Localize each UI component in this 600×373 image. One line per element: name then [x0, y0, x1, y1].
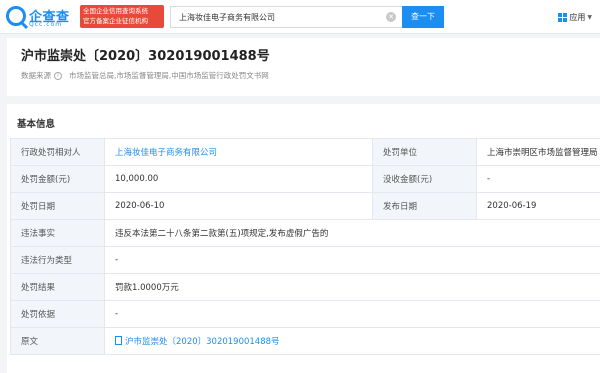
original-document-link[interactable]: 沪市监崇处〔2020〕302019001488号	[125, 337, 280, 347]
search-logo-icon	[6, 6, 26, 26]
row-value: 罚款1.0000万元	[104, 273, 600, 301]
clear-icon[interactable]: ✕	[386, 12, 396, 22]
row-value: 2020-06-19	[476, 192, 600, 220]
row-label: 处罚金额(元)	[10, 165, 105, 193]
row-label: 发布日期	[372, 192, 477, 220]
row-value: 上海妆佳电子商务有限公司	[104, 138, 373, 166]
table-row: 处罚金额(元) 10,000.00 没收金额(元) -	[10, 165, 600, 193]
company-link[interactable]: 上海妆佳电子商务有限公司	[115, 148, 217, 158]
section-title: 基本信息	[17, 119, 56, 130]
row-value: 沪市监崇处〔2020〕302019001488号	[104, 327, 600, 355]
row-label: 违法行为类型	[10, 246, 105, 274]
row-value: -	[104, 300, 600, 328]
table-row: 违法事实 违反本法第二十八条第二款第(五)项规定,发布虚假广告的	[10, 219, 600, 247]
page-title: 沪市监崇处〔2020〕302019001488号	[21, 49, 270, 64]
row-value: 10,000.00	[104, 165, 373, 193]
row-label: 原文	[10, 327, 105, 355]
record-header: 沪市监崇处〔2020〕302019001488号 数据来源 i 市场监管总局,市…	[7, 38, 600, 96]
table-row: 处罚依据 -	[10, 300, 600, 328]
top-bar: 企查查 Qcc.com 全国企业信用查询系统 官方备案企业征信机构 ✕ 查一下 …	[0, 0, 600, 34]
basic-info-table: 行政处罚相对人 上海妆佳电子商务有限公司 处罚单位 上海市崇明区市场监督管理局 …	[10, 138, 600, 355]
source-value: 市场监管总局,市场监督管理局,中国市场监管行政处罚文书网	[69, 71, 269, 80]
table-row: 处罚日期 2020-06-10 发布日期 2020-06-19	[10, 192, 600, 220]
apps-label: 应用	[569, 12, 586, 22]
row-label: 处罚日期	[10, 192, 105, 220]
search-button[interactable]: 查一下	[402, 6, 444, 28]
row-label: 处罚依据	[10, 300, 105, 328]
brand-domain: Qcc.com	[29, 21, 63, 28]
apps-grid-icon	[558, 12, 568, 22]
search-input[interactable]	[171, 7, 371, 27]
row-label: 处罚结果	[10, 273, 105, 301]
row-label: 行政处罚相对人	[10, 138, 105, 166]
table-row: 原文 沪市监崇处〔2020〕302019001488号	[10, 327, 600, 355]
table-row: 处罚结果 罚款1.0000万元	[10, 273, 600, 301]
apps-menu[interactable]: 应用 ▼	[558, 10, 592, 24]
info-icon[interactable]: i	[54, 71, 62, 80]
row-label: 处罚单位	[372, 138, 477, 166]
row-value: 违反本法第二十八条第二款第(五)项规定,发布虚假广告的	[104, 219, 600, 247]
row-label: 没收金额(元)	[372, 165, 477, 193]
row-label: 违法事实	[10, 219, 105, 247]
source-label: 数据来源	[21, 71, 51, 80]
search-box: ✕	[170, 6, 402, 28]
promo-line-1: 全国企业信用查询系统	[83, 7, 148, 15]
row-value: 2020-06-10	[104, 192, 373, 220]
promo-badge: 全国企业信用查询系统 官方备案企业征信机构	[80, 5, 164, 28]
row-value: 上海市崇明区市场监督管理局	[476, 138, 600, 166]
qcc-logo[interactable]: 企查查 Qcc.com	[6, 5, 78, 29]
promo-line-2: 官方备案企业征信机构	[83, 17, 148, 25]
document-icon	[115, 336, 122, 345]
data-source: 数据来源 i 市场监管总局,市场监督管理局,中国市场监管行政处罚文书网	[21, 70, 269, 81]
table-row: 违法行为类型 -	[10, 246, 600, 274]
chevron-down-icon: ▼	[587, 13, 592, 21]
row-value: -	[104, 246, 600, 274]
table-row: 行政处罚相对人 上海妆佳电子商务有限公司 处罚单位 上海市崇明区市场监督管理局	[10, 138, 600, 166]
row-value: -	[476, 165, 600, 193]
